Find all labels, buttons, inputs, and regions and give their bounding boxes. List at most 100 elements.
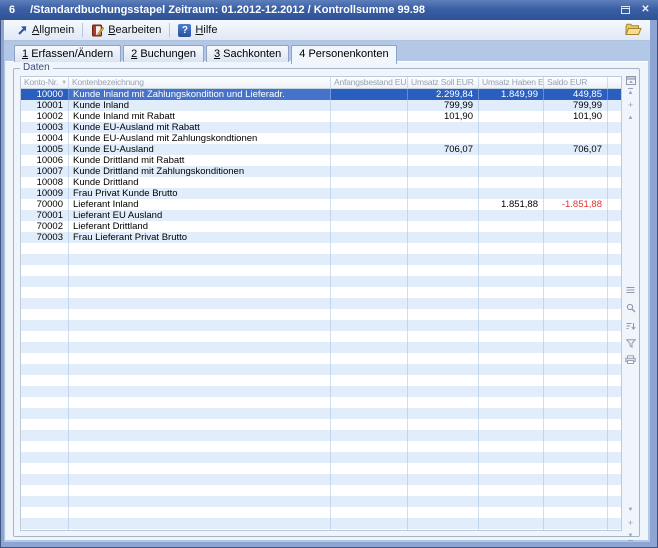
cell-name[interactable] (69, 243, 331, 254)
cell-soll[interactable] (408, 375, 479, 386)
cell-name[interactable] (69, 287, 331, 298)
cell-hab[interactable] (479, 419, 544, 430)
cell-nr[interactable]: 10007 (21, 166, 69, 177)
cell-name[interactable]: Lieferant Drittland (69, 221, 331, 232)
cell-anf[interactable] (331, 265, 408, 276)
cell-soll[interactable] (408, 353, 479, 364)
cell-anf[interactable] (331, 496, 408, 507)
cell-anf[interactable] (331, 452, 408, 463)
table-row-empty[interactable] (21, 375, 621, 386)
cell-anf[interactable] (331, 430, 408, 441)
cell-anf[interactable] (331, 518, 408, 529)
cell-anf[interactable] (331, 386, 408, 397)
cell-hab[interactable] (479, 298, 544, 309)
cell-soll[interactable] (408, 287, 479, 298)
table-row-empty[interactable] (21, 320, 621, 331)
cell-soll[interactable] (408, 166, 479, 177)
cell-sal[interactable] (544, 463, 608, 474)
table-row[interactable]: 10005Kunde EU-Ausland706,07706,07 (21, 144, 621, 155)
cell-sal[interactable] (544, 507, 608, 518)
cell-soll[interactable] (408, 320, 479, 331)
cell-soll[interactable] (408, 122, 479, 133)
column-header-anfangsbestand[interactable]: Anfangsbestand EUR (331, 77, 408, 88)
cell-soll[interactable] (408, 177, 479, 188)
cell-soll[interactable] (408, 342, 479, 353)
cell-name[interactable]: Kunde Drittland mit Rabatt (69, 155, 331, 166)
cell-anf[interactable] (331, 221, 408, 232)
table-row[interactable]: 10006Kunde Drittland mit Rabatt (21, 155, 621, 166)
cell-hab[interactable] (479, 364, 544, 375)
cell-anf[interactable] (331, 287, 408, 298)
cell-sal[interactable] (544, 496, 608, 507)
bearbeiten-button[interactable]: Bearbeiten (86, 23, 166, 38)
cell-sal[interactable] (544, 254, 608, 265)
cell-nr[interactable]: 70000 (21, 199, 69, 210)
table-row[interactable]: 70002Lieferant Drittland (21, 221, 621, 232)
cell-anf[interactable] (331, 276, 408, 287)
table-row-empty[interactable] (21, 276, 621, 287)
tab-buchungen[interactable]: 2 Buchungen (123, 45, 204, 62)
column-options-icon[interactable] (625, 74, 636, 86)
row-menu-icon[interactable] (625, 284, 636, 296)
cell-hab[interactable] (479, 342, 544, 353)
cell-nr[interactable]: 10009 (21, 188, 69, 199)
table-row-empty[interactable] (21, 408, 621, 419)
cell-nr[interactable] (21, 320, 69, 331)
table-row[interactable]: 70000Lieferant Inland1.851,88-1.851,88 (21, 199, 621, 210)
cell-soll[interactable] (408, 496, 479, 507)
cell-anf[interactable] (331, 199, 408, 210)
cell-anf[interactable] (331, 529, 408, 531)
cell-name[interactable] (69, 276, 331, 287)
cell-hab[interactable] (479, 485, 544, 496)
cell-sal[interactable]: 449,85 (544, 89, 608, 100)
cell-sal[interactable] (544, 243, 608, 254)
cell-nr[interactable]: 10000 (21, 89, 69, 100)
cell-anf[interactable] (331, 419, 408, 430)
cell-soll[interactable] (408, 188, 479, 199)
cell-sal[interactable] (544, 397, 608, 408)
cell-nr[interactable] (21, 452, 69, 463)
cell-nr[interactable] (21, 496, 69, 507)
cell-soll[interactable] (408, 221, 479, 232)
cell-sal[interactable] (544, 320, 608, 331)
cell-name[interactable] (69, 342, 331, 353)
cell-name[interactable] (69, 496, 331, 507)
cell-anf[interactable] (331, 463, 408, 474)
cell-sal[interactable] (544, 265, 608, 276)
cell-soll[interactable] (408, 155, 479, 166)
cell-hab[interactable] (479, 287, 544, 298)
cell-name[interactable] (69, 309, 331, 320)
cell-hab[interactable]: 1.849,99 (479, 89, 544, 100)
cell-soll[interactable] (408, 133, 479, 144)
cell-name[interactable] (69, 441, 331, 452)
cell-anf[interactable] (331, 331, 408, 342)
cell-hab[interactable] (479, 265, 544, 276)
cell-soll[interactable] (408, 243, 479, 254)
cell-hab[interactable] (479, 496, 544, 507)
column-header-kontenbezeichnung[interactable]: Kontenbezeichnung (69, 77, 331, 88)
cell-soll[interactable] (408, 254, 479, 265)
cell-nr[interactable]: 70002 (21, 221, 69, 232)
table-row-empty[interactable] (21, 287, 621, 298)
table-row-empty[interactable] (21, 507, 621, 518)
cell-nr[interactable] (21, 309, 69, 320)
page-up-icon[interactable]: + (625, 99, 636, 111)
cell-hab[interactable] (479, 408, 544, 419)
cell-anf[interactable] (331, 243, 408, 254)
table-row-empty[interactable] (21, 243, 621, 254)
column-header-umsatz-haben[interactable]: Umsatz Haben EUR (479, 77, 544, 88)
cell-anf[interactable] (331, 210, 408, 221)
cell-nr[interactable] (21, 265, 69, 276)
allgemein-menu-button[interactable]: Allgmein (11, 23, 79, 37)
column-header-saldo[interactable]: Saldo EUR (544, 77, 608, 88)
cell-sal[interactable] (544, 309, 608, 320)
cell-name[interactable]: Kunde Inland mit Rabatt (69, 111, 331, 122)
cell-sal[interactable] (544, 364, 608, 375)
cell-soll[interactable]: 2.299,84 (408, 89, 479, 100)
cell-anf[interactable] (331, 177, 408, 188)
cell-anf[interactable] (331, 485, 408, 496)
cell-name[interactable]: Kunde Drittland mit Zahlungskonditionen (69, 166, 331, 177)
cell-sal[interactable] (544, 386, 608, 397)
cell-hab[interactable] (479, 254, 544, 265)
cell-sal[interactable] (544, 122, 608, 133)
